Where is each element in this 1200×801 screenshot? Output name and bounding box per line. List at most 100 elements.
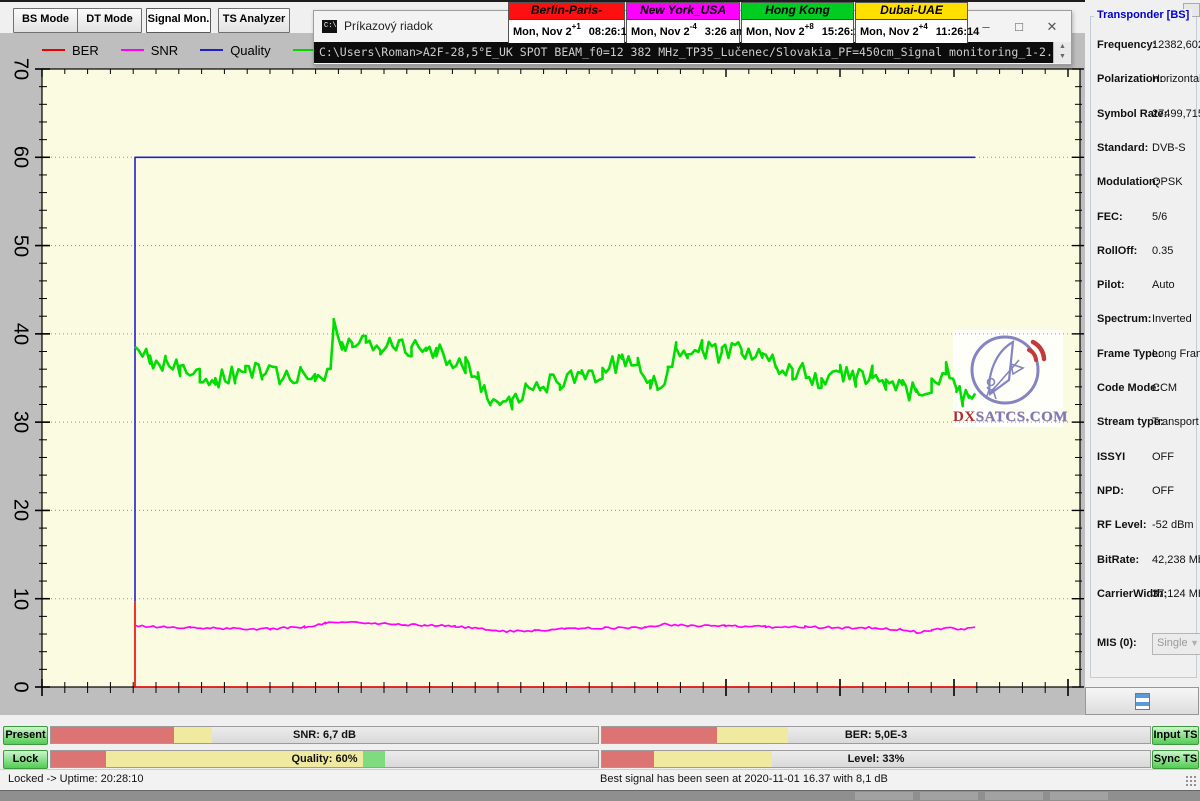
transponder-title: Transponder [BS] (1094, 9, 1192, 21)
console-scrollbar[interactable]: ▲▼ (1053, 42, 1071, 63)
lock-indicator: Lock (3, 750, 48, 769)
transponder-row-value: Auto (1152, 279, 1175, 291)
legend-dash-undefined (200, 49, 223, 51)
clock-date: Mon, Nov 2 (513, 26, 572, 38)
legend-dash-undefined (42, 49, 65, 51)
snr-bar-label: SNR: 6,7 dB (51, 727, 598, 743)
clock-time-row: Mon, Nov 2+108:26:14 (509, 20, 624, 43)
clock-timezone-offset: +1 (572, 22, 589, 31)
level-bar: Level: 33% (601, 750, 1151, 768)
chevron-down-icon: ▼ (1190, 634, 1199, 652)
plot-area (42, 69, 1080, 687)
status-bar: Locked -> Uptime: 20:28:10 Best signal h… (0, 769, 1200, 790)
quality-bar: Quality: 60% (50, 750, 599, 768)
console-output: C:\Users\Roman>A2F-28,5°E_UK SPOT BEAM_f… (314, 42, 1071, 63)
satellite-dish-icon (953, 330, 1063, 408)
transponder-row-value: 42,238 Mbit/s (1152, 554, 1200, 566)
sync-ts-indicator: Sync TS (1152, 750, 1199, 769)
clock-window-1[interactable]: Berlin-Paris-BratislavaMon, Nov 2+108:26… (508, 2, 625, 43)
transponder-row-value: Transport (1152, 416, 1199, 428)
y-tick-label: 70 (9, 58, 32, 80)
clock-timezone-offset: +8 (805, 22, 822, 31)
clock-time-row: Mon, Nov 2-43:26 am (627, 20, 739, 43)
present-indicator: Present (3, 726, 48, 745)
y-tick-label: 60 (9, 146, 32, 168)
mode-button-signal-mon-[interactable]: Signal Mon. (146, 8, 211, 33)
window-title: Príkazový riadok (344, 19, 433, 33)
transponder-row-label: RollOff: (1097, 245, 1137, 257)
signal-monitor-chart: BERSNRQualityLevel 010203040506070 DXSAT… (0, 33, 1085, 715)
input-ts-indicator: Input TS (1152, 726, 1199, 745)
mis-label: MIS (0): (1097, 637, 1137, 649)
transponder-row-value: Horizontal (1152, 73, 1200, 85)
transponder-row-value: 5/6 (1152, 211, 1167, 223)
resize-grip[interactable] (1185, 775, 1197, 787)
clock-city-title: New York_USA (627, 3, 739, 20)
transponder-row-label: BitRate: (1097, 554, 1139, 566)
clock-time: 3:26 am (705, 26, 746, 38)
transponder-row-value: Long Frame (1152, 348, 1200, 360)
quality-bar-label: Quality: 60% (51, 751, 598, 767)
clock-window-3[interactable]: Hong KongMon, Nov 2+815:26:14 (741, 2, 854, 43)
mode-button-bs-mode[interactable]: BS Mode (13, 8, 78, 33)
close-icon[interactable]: ✕ (1037, 15, 1067, 39)
transponder-row-label: Spectrum: (1097, 313, 1151, 325)
level-bar-label: Level: 33% (602, 751, 1150, 767)
transponder-row-value: 12382,602 MHz (1152, 39, 1200, 51)
transponder-row-label: Pilot: (1097, 279, 1125, 291)
transponder-row-label: ISSYI (1097, 451, 1125, 463)
save-list-button[interactable] (1085, 687, 1199, 715)
y-tick-label: 50 (9, 234, 32, 256)
logo-text: DXSATCS.COM (953, 409, 1063, 426)
mis-dropdown[interactable]: Single▼ (1152, 633, 1200, 655)
clock-city-title: Berlin-Paris-Bratislava (509, 3, 624, 20)
y-tick-label: 30 (9, 411, 32, 433)
clock-date: Mon, Nov 2 (746, 26, 805, 38)
transponder-row-value: QPSK (1152, 176, 1183, 188)
clock-city-title: Hong Kong (742, 3, 853, 20)
legend-dash-undefined (121, 49, 144, 51)
transponder-row-value: -52 dBm (1152, 519, 1194, 531)
y-tick-label: 0 (9, 681, 32, 692)
transponder-row-label: Standard: (1097, 142, 1148, 154)
legend-label: SNR (151, 43, 178, 58)
clock-timezone-offset: +4 (919, 22, 936, 31)
dxsatcs-logo: DXSATCS.COM (953, 330, 1063, 427)
clock-date: Mon, Nov 2 (860, 26, 919, 38)
cmd-icon: C:\ (322, 20, 337, 33)
transponder-row-label: RF Level: (1097, 519, 1147, 531)
clock-window-4[interactable]: Dubai-UAEMon, Nov 2+411:26:14 (855, 2, 968, 43)
transponder-row-value: OFF (1152, 485, 1174, 497)
legend-label: Quality (230, 43, 270, 58)
transponder-row-value: Inverted (1152, 313, 1192, 325)
list-icon (1135, 693, 1150, 710)
clock-time-row: Mon, Nov 2+411:26:14 (856, 20, 967, 43)
ber-bar: BER: 5,0E-3 (601, 726, 1151, 744)
ber-bar-label: BER: 5,0E-3 (602, 727, 1150, 743)
transponder-row-label: Frequency: (1097, 39, 1156, 51)
y-tick-label: 40 (9, 323, 32, 345)
transponder-row-value: CCM (1152, 382, 1177, 394)
maximize-icon[interactable]: □ (1004, 15, 1034, 39)
mode-button-ts-analyzer-ok-[interactable]: TS Analyzer (OK) (218, 8, 290, 33)
transponder-row-label: NPD: (1097, 485, 1124, 497)
clock-window-2[interactable]: New York_USAMon, Nov 2-43:26 am (626, 2, 740, 43)
legend-label: BER (72, 43, 99, 58)
transponder-row-label: Modulation: (1097, 176, 1159, 188)
y-tick-label: 10 (9, 588, 32, 610)
transponder-row-value: 27499,715 KS/s (1152, 108, 1200, 120)
clock-timezone-offset: -4 (690, 22, 705, 31)
transponder-row-value: OFF (1152, 451, 1174, 463)
transponder-row-value: 37,124 MHz (1152, 588, 1200, 600)
transponder-row-label: Code Mode: (1097, 382, 1160, 394)
mode-button-dt-mode[interactable]: DT Mode (77, 8, 142, 33)
clock-time-row: Mon, Nov 2+815:26:14 (742, 20, 853, 43)
transponder-row-label: FEC: (1097, 211, 1123, 223)
transponder-panel: Transponder [BS] Frequency:12382,602 MHz… (1088, 0, 1200, 800)
transponder-row-value: 0.35 (1152, 245, 1173, 257)
clock-date: Mon, Nov 2 (631, 26, 690, 38)
lock-uptime-status: Locked -> Uptime: 20:28:10 (8, 773, 143, 785)
best-signal-status: Best signal has been seen at 2020-11-01 … (600, 773, 888, 785)
taskbar-sliver (0, 790, 1200, 801)
transponder-row-value: DVB-S (1152, 142, 1186, 154)
